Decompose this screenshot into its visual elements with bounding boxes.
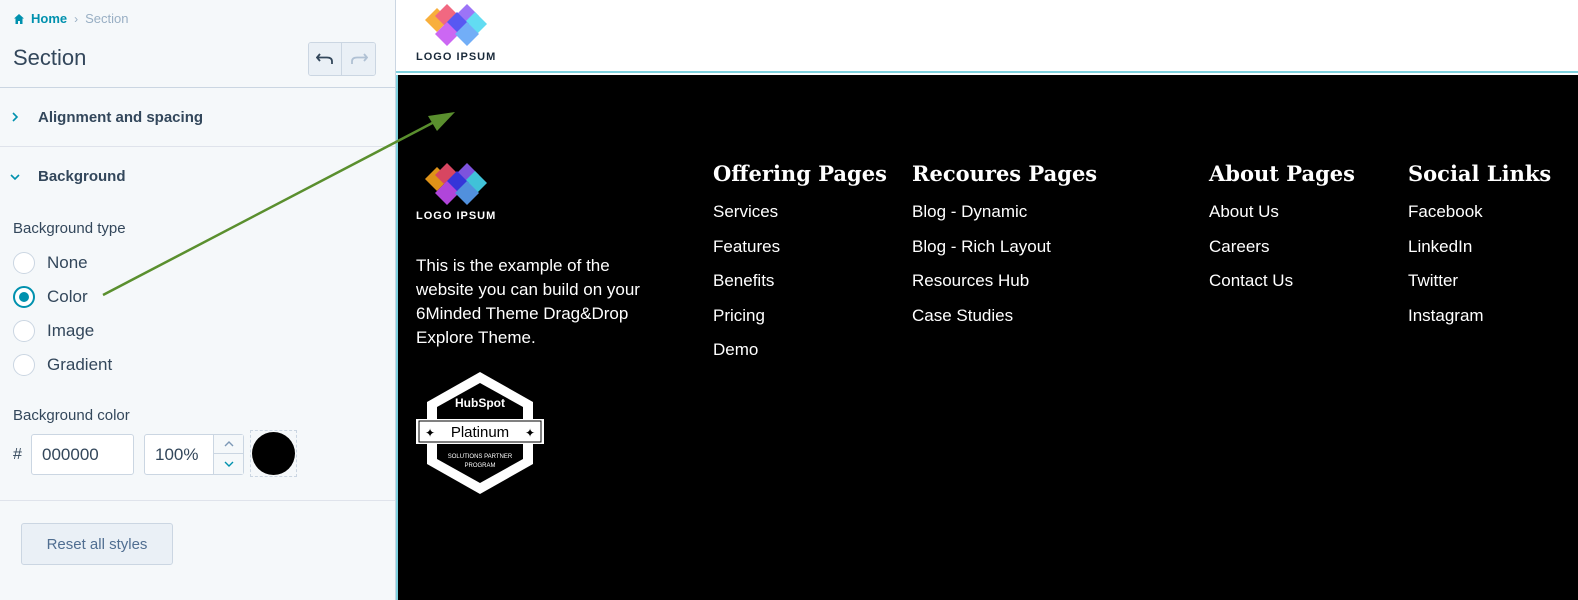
column-title: About Pages (1209, 161, 1355, 186)
footer-link[interactable]: Blog - Dynamic (912, 202, 1097, 222)
logo-mark-icon (425, 4, 488, 46)
undo-button[interactable] (309, 43, 342, 75)
breadcrumb: Home › Section (13, 11, 129, 26)
logo-mark-icon (425, 163, 488, 205)
footer-link[interactable]: Twitter (1408, 271, 1551, 291)
home-icon[interactable] (13, 13, 25, 25)
opacity-input[interactable] (145, 435, 213, 474)
badge-brand: HubSpot (455, 396, 505, 410)
site-header: LOGO IPSUM (396, 0, 1578, 73)
opacity-stepper (213, 435, 243, 474)
footer-link[interactable]: LinkedIn (1408, 237, 1551, 257)
redo-icon (350, 53, 368, 64)
badge-tier: Platinum (451, 424, 509, 441)
badge-line1: SOLUTIONS PARTNER (448, 454, 513, 460)
footer-logo[interactable]: LOGO IPSUM (416, 161, 496, 222)
footer-column-offering: Offering Pages Services Features Benefit… (713, 161, 887, 375)
site-footer: LOGO IPSUM This is the example of the we… (396, 75, 1578, 600)
background-toggle[interactable]: Background (0, 147, 395, 206)
chevron-right-icon (9, 111, 21, 123)
svg-text:✦: ✦ (425, 426, 435, 440)
footer-link[interactable]: Demo (713, 340, 887, 360)
svg-text:✦: ✦ (525, 426, 535, 440)
panel-title: Section (13, 45, 87, 70)
breadcrumb-current: Section (85, 11, 129, 26)
footer-link[interactable]: Services (713, 202, 887, 222)
radio-label: Color (47, 287, 88, 306)
radio-label: Gradient (47, 355, 113, 374)
radio-gradient[interactable]: Gradient (13, 354, 112, 376)
divider (0, 500, 395, 501)
step-down-button[interactable] (214, 454, 243, 473)
footer-link[interactable]: Features (713, 237, 887, 257)
radio-circle[interactable] (13, 320, 35, 342)
footer-column-social: Social Links Facebook LinkedIn Twitter I… (1408, 161, 1551, 340)
radio-image[interactable]: Image (13, 320, 94, 342)
footer-link[interactable]: Facebook (1408, 202, 1551, 222)
redo-button[interactable] (342, 43, 375, 75)
logo-text: LOGO IPSUM (416, 51, 497, 63)
step-up-button[interactable] (214, 435, 243, 454)
hash-prefix: # (13, 446, 22, 463)
footer-link[interactable]: Careers (1209, 237, 1355, 257)
footer-column-about: About Pages About Us Careers Contact Us (1209, 161, 1355, 306)
radio-color[interactable]: Color (13, 286, 88, 308)
footer-link[interactable]: Pricing (713, 306, 887, 326)
page-preview: LOGO IPSUM LOGO IPSUM This is the exampl… (396, 0, 1578, 600)
footer-link[interactable]: Case Studies (912, 306, 1097, 326)
alignment-spacing-toggle[interactable]: Alignment and spacing (0, 88, 395, 147)
footer-tagline: This is the example of the website you c… (416, 256, 640, 347)
column-title: Recoures Pages (912, 161, 1098, 186)
hex-color-input[interactable] (31, 434, 134, 475)
breadcrumb-home-link[interactable]: Home (31, 11, 67, 26)
section-editor-panel: Home › Section Section Alignment and spa… (0, 0, 396, 600)
radio-label: Image (47, 321, 95, 340)
chevron-down-icon (224, 461, 233, 467)
column-title: Social Links (1408, 161, 1552, 186)
footer-link[interactable]: Blog - Rich Layout (912, 237, 1097, 257)
opacity-field (144, 434, 244, 475)
badge-line2: PROGRAM (464, 463, 495, 469)
radio-circle[interactable] (13, 354, 35, 376)
color-swatch[interactable] (252, 432, 295, 475)
background-type-label: Background type (13, 220, 126, 237)
logo-text: LOGO IPSUM (416, 210, 497, 222)
footer-link[interactable]: Instagram (1408, 306, 1551, 326)
footer-link[interactable]: Contact Us (1209, 271, 1355, 291)
panel-header: Home › Section Section (0, 0, 395, 88)
reset-styles-button[interactable]: Reset all styles (21, 523, 173, 565)
chevron-up-icon (224, 441, 233, 447)
chevron-down-icon (9, 171, 21, 183)
background-label: Background (38, 168, 126, 185)
footer-link[interactable]: Resources Hub (912, 271, 1097, 291)
footer-link[interactable]: Benefits (713, 271, 887, 291)
background-color-label: Background color (13, 407, 130, 424)
column-title: Offering Pages (713, 161, 887, 186)
undo-icon (316, 53, 333, 64)
radio-label: None (47, 253, 88, 272)
hubspot-platinum-badge: HubSpot Platinum ✦ ✦ SOLUTIONS PARTNER P… (416, 369, 544, 502)
header-logo[interactable]: LOGO IPSUM (416, 2, 496, 63)
radio-none[interactable]: None (13, 252, 88, 274)
history-controls (308, 42, 376, 76)
radio-circle[interactable] (13, 252, 35, 274)
alignment-spacing-label: Alignment and spacing (38, 108, 204, 126)
footer-column-resources: Recoures Pages Blog - Dynamic Blog - Ric… (912, 161, 1097, 340)
breadcrumb-separator: › (74, 11, 79, 26)
footer-link[interactable]: About Us (1209, 202, 1355, 222)
radio-circle-selected[interactable] (13, 286, 35, 308)
